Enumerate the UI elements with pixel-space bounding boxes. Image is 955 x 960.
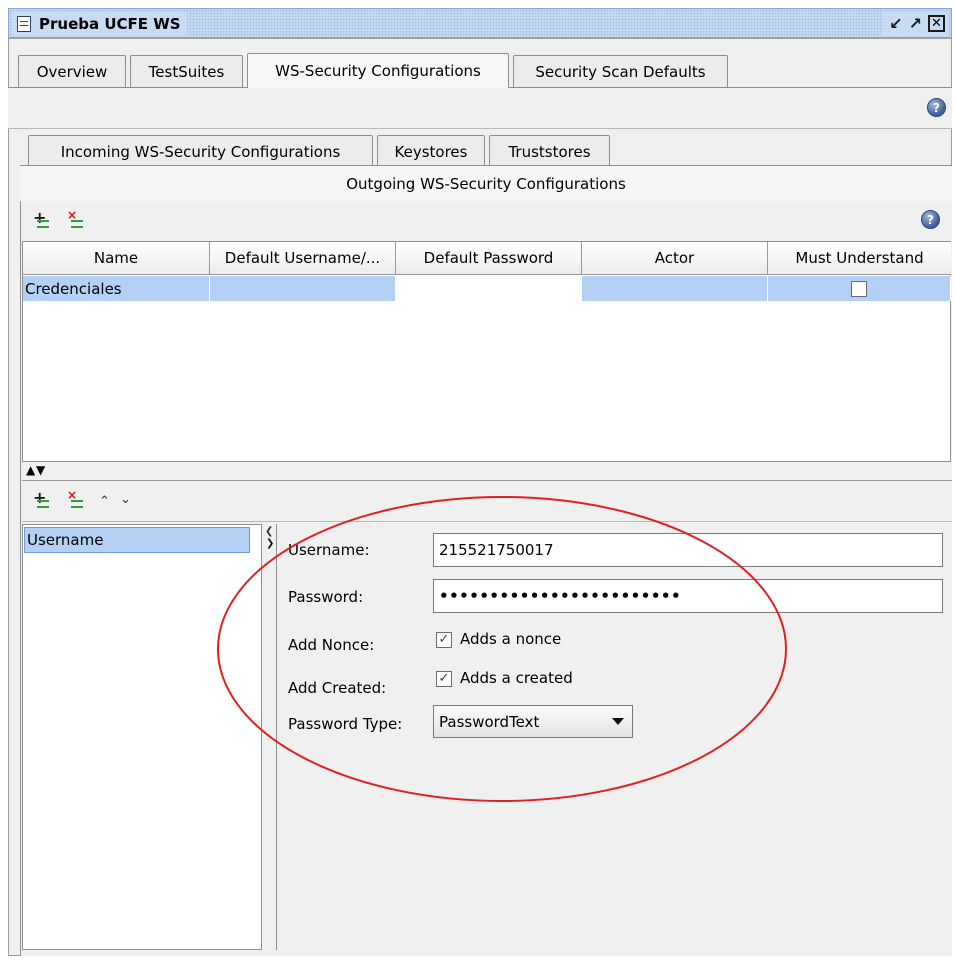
add-entry-icon[interactable]: + bbox=[32, 488, 50, 509]
window-title-bar: Prueba UCFE WS ↙ ↗ ✕ bbox=[8, 8, 952, 38]
maximize-icon[interactable]: ↗ bbox=[909, 15, 922, 32]
remove-config-icon[interactable]: × bbox=[66, 208, 84, 229]
list-item[interactable]: Username bbox=[24, 527, 250, 553]
add-nonce-checkbox[interactable]: ✓ bbox=[436, 632, 452, 648]
tab-label: Overview bbox=[36, 62, 108, 81]
username-field[interactable]: 215521750017 bbox=[433, 533, 943, 567]
tab-security-scan-defaults[interactable]: Security Scan Defaults bbox=[513, 55, 728, 87]
tab-label: TestSuites bbox=[148, 62, 225, 81]
splitter[interactable]: ❮ ❯ bbox=[263, 524, 277, 950]
cell-actor[interactable] bbox=[582, 276, 768, 301]
collapse-up-icon[interactable]: ▲ bbox=[26, 464, 35, 476]
column-header-name[interactable]: Name bbox=[23, 242, 210, 275]
tab-outgoing-ws-security[interactable]: Outgoing WS-Security Configurations bbox=[20, 165, 952, 201]
help-icon[interactable]: ? bbox=[927, 98, 946, 117]
remove-entry-icon[interactable]: × bbox=[66, 488, 84, 509]
tab-label: Keystores bbox=[394, 142, 468, 161]
chevron-down-icon bbox=[612, 718, 624, 725]
password-field[interactable]: •••••••••••••••••••••••• bbox=[433, 579, 943, 613]
document-icon bbox=[17, 15, 31, 32]
tab-incoming-ws-security[interactable]: Incoming WS-Security Configurations bbox=[28, 135, 373, 167]
divider bbox=[22, 480, 952, 481]
tab-label: Security Scan Defaults bbox=[535, 62, 706, 81]
tab-keystores[interactable]: Keystores bbox=[377, 135, 485, 167]
title-group: Prueba UCFE WS bbox=[13, 12, 187, 35]
column-header-default-password[interactable]: Default Password bbox=[396, 242, 582, 275]
must-understand-checkbox[interactable] bbox=[851, 280, 867, 297]
add-nonce-text: Adds a nonce bbox=[460, 630, 562, 648]
add-created-text: Adds a created bbox=[460, 669, 573, 687]
tab-testsuites[interactable]: TestSuites bbox=[130, 55, 243, 87]
add-created-label: Add Created: bbox=[288, 679, 387, 697]
window-buttons: ↙ ↗ ✕ bbox=[883, 11, 949, 36]
move-up-icon[interactable]: ⌃ bbox=[99, 494, 110, 509]
cell-name[interactable]: Credenciales bbox=[23, 276, 210, 301]
column-header-must-understand[interactable]: Must Understand bbox=[768, 242, 951, 275]
help-icon[interactable]: ? bbox=[921, 210, 940, 229]
collapse-left-icon[interactable]: ❮ bbox=[265, 526, 273, 537]
column-header-actor[interactable]: Actor bbox=[582, 242, 768, 275]
cell-default-username[interactable] bbox=[210, 276, 396, 301]
add-config-icon[interactable]: + bbox=[32, 208, 50, 229]
toolbar: ? bbox=[8, 87, 952, 129]
collapse-down-icon[interactable]: ▼ bbox=[36, 464, 45, 476]
password-label: Password: bbox=[288, 588, 364, 606]
cell-must-understand bbox=[768, 276, 951, 301]
tab-label: Incoming WS-Security Configurations bbox=[60, 142, 341, 161]
username-label: Username: bbox=[288, 541, 370, 559]
tab-overview[interactable]: Overview bbox=[18, 55, 126, 87]
close-icon[interactable]: ✕ bbox=[928, 15, 945, 32]
entry-list: Username bbox=[22, 524, 262, 950]
tab-label: Outgoing WS-Security Configurations bbox=[346, 174, 626, 193]
window-title: Prueba UCFE WS bbox=[39, 14, 181, 33]
divider bbox=[22, 521, 952, 522]
tab-ws-security-configurations[interactable]: WS-Security Configurations bbox=[247, 53, 509, 88]
expand-right-icon[interactable]: ❯ bbox=[266, 538, 274, 549]
restore-icon[interactable]: ↙ bbox=[889, 15, 902, 32]
add-created-checkbox[interactable]: ✓ bbox=[436, 671, 452, 687]
tab-label: Truststores bbox=[508, 142, 591, 161]
tab-label: WS-Security Configurations bbox=[275, 62, 481, 80]
password-type-select[interactable]: PasswordText bbox=[433, 705, 633, 738]
tab-truststores[interactable]: Truststores bbox=[489, 135, 610, 167]
entry-details-panel: Username: 215521750017 Password: •••••••… bbox=[278, 524, 952, 950]
configurations-table: Name Default Username/... Default Passwo… bbox=[22, 241, 951, 462]
cell-default-password[interactable] bbox=[396, 276, 582, 301]
column-header-default-username[interactable]: Default Username/... bbox=[210, 242, 396, 275]
add-nonce-label: Add Nonce: bbox=[288, 636, 375, 654]
password-type-label: Password Type: bbox=[288, 715, 403, 733]
move-down-icon[interactable]: ⌄ bbox=[120, 492, 131, 507]
